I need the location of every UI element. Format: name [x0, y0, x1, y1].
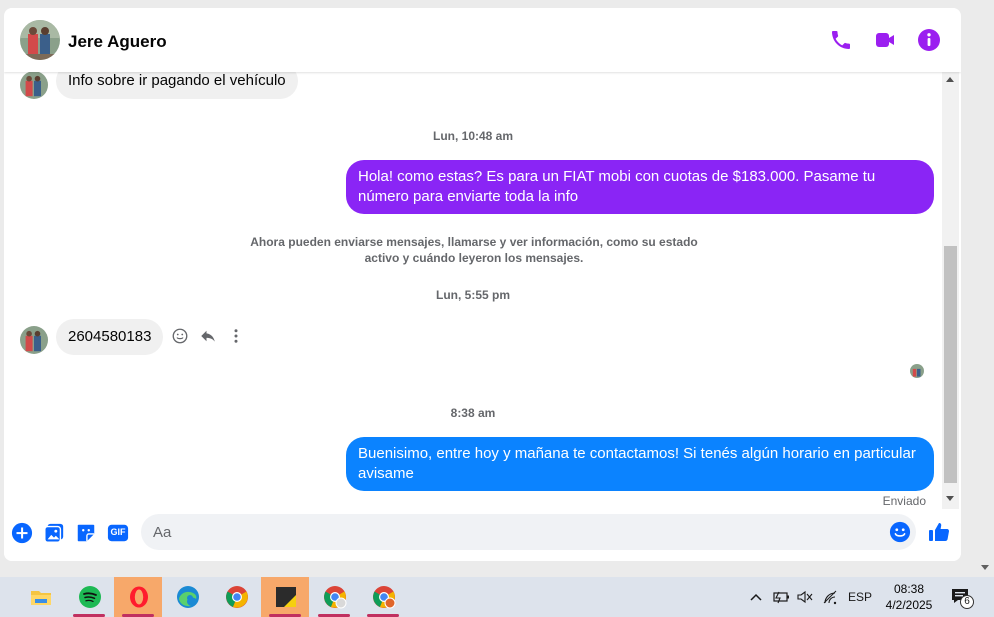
sticky-notes-icon[interactable]: [261, 577, 309, 617]
contact-avatar-small: [20, 72, 48, 99]
message-scrollbar[interactable]: [942, 72, 959, 509]
message-list[interactable]: Info sobre ir pagando el vehículo Lun, 1…: [4, 72, 942, 509]
incoming-message-bubble[interactable]: Info sobre ir pagando el vehículo: [56, 72, 298, 99]
page-scrollbar[interactable]: [976, 0, 994, 577]
plus-icon[interactable]: [11, 522, 33, 544]
phone-icon[interactable]: [829, 28, 853, 52]
battery-icon[interactable]: [772, 589, 790, 605]
privacy-notice-line1: Ahora pueden enviarse mensajes, llamarse…: [250, 235, 698, 249]
incoming-message-bubble[interactable]: 2604580183: [56, 319, 164, 355]
windows-taskbar: ESP 08:38 4/2/2025 6: [0, 577, 994, 617]
system-clock[interactable]: 08:38 4/2/2025: [875, 581, 943, 613]
video-camera-icon[interactable]: [873, 28, 897, 52]
clock-date: 4/2/2025: [885, 598, 933, 612]
chrome-icon[interactable]: [212, 577, 260, 617]
timestamp: Lun, 10:48 am: [432, 129, 514, 143]
photo-icon[interactable]: [43, 522, 65, 544]
read-receipt-avatar: [910, 364, 924, 378]
chrome-profile-icon[interactable]: [310, 577, 358, 617]
message-status: Enviado: [882, 494, 926, 508]
emoji-icon[interactable]: [889, 521, 911, 543]
file-explorer-icon[interactable]: [16, 577, 64, 617]
reply-icon[interactable]: [199, 327, 217, 345]
volume-muted-icon[interactable]: [796, 589, 814, 605]
edge-icon[interactable]: [163, 577, 211, 617]
outgoing-message-bubble[interactable]: Hola! como estas? Es para un FIAT mobi c…: [346, 160, 934, 214]
notification-badge: 6: [960, 595, 974, 609]
chat-header: Jere Aguero: [4, 8, 961, 72]
more-options-icon[interactable]: [227, 327, 245, 345]
scroll-thumb[interactable]: [944, 246, 957, 483]
composer-bar: GIF: [4, 509, 961, 561]
notification-center-icon[interactable]: 6: [950, 587, 974, 609]
chat-window: Jere Aguero Info sobre ir pagando el veh…: [4, 8, 961, 561]
message-input-container[interactable]: [141, 514, 916, 550]
contact-avatar[interactable]: [20, 20, 60, 60]
chevron-up-icon[interactable]: [749, 590, 763, 604]
spotify-icon[interactable]: [65, 577, 113, 617]
react-icon[interactable]: [171, 327, 189, 345]
gif-label: GIF: [110, 527, 126, 537]
info-icon[interactable]: [917, 28, 941, 52]
contact-name[interactable]: Jere Aguero: [68, 32, 167, 52]
gif-icon[interactable]: GIF: [107, 522, 129, 544]
wifi-icon[interactable]: [821, 589, 839, 605]
outgoing-message-bubble[interactable]: Buenisimo, entre hoy y mañana te contact…: [346, 437, 934, 491]
scroll-up-arrow[interactable]: [946, 77, 954, 82]
opera-icon[interactable]: [114, 577, 162, 617]
privacy-notice-line2: activo y cuándo leyeron los mensajes.: [364, 251, 584, 265]
timestamp: 8:38 am: [450, 406, 496, 420]
page-scroll-down-arrow[interactable]: [981, 565, 989, 570]
timestamp: Lun, 5:55 pm: [435, 288, 510, 302]
like-icon[interactable]: [927, 520, 951, 544]
message-input[interactable]: [153, 514, 873, 550]
privacy-notice: Ahora pueden enviarse mensajes, llamarse…: [4, 234, 942, 266]
sticker-icon[interactable]: [75, 522, 97, 544]
language-indicator[interactable]: ESP: [848, 590, 872, 617]
clock-time: 08:38: [893, 582, 925, 596]
scroll-down-arrow[interactable]: [946, 496, 954, 501]
contact-avatar-small: [20, 326, 48, 354]
chrome-profile-2-icon[interactable]: [359, 577, 407, 617]
